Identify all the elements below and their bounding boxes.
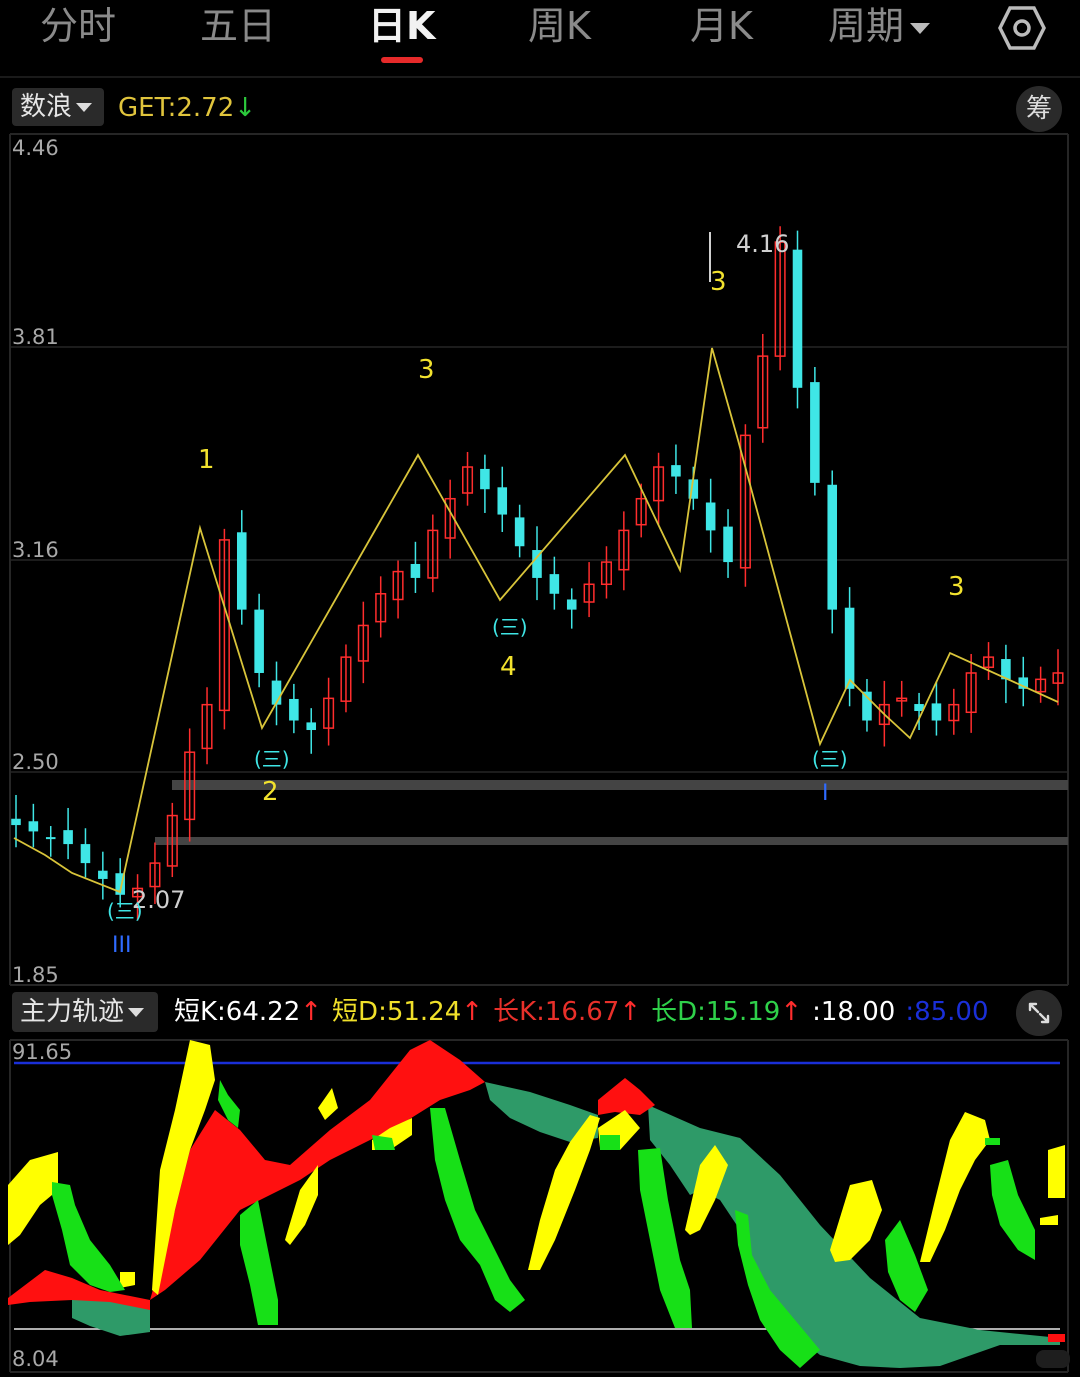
candle-body: [306, 722, 317, 731]
candle-body: [810, 382, 820, 483]
tab-daily-k[interactable]: 日K: [368, 4, 435, 48]
up-arrow-icon: ↑: [619, 997, 642, 1027]
wave-label: 3: [418, 355, 435, 385]
indicator-value: 短D:51.24↑: [332, 997, 484, 1027]
wave-label: 3: [710, 267, 727, 297]
sub-y-bottom-label: 8.04: [12, 1347, 59, 1371]
wave-line: [13, 347, 1059, 894]
indicator-value: :85.00: [905, 997, 989, 1027]
candle-body: [705, 502, 716, 531]
candle-body: [236, 532, 247, 610]
kline-chart[interactable]: 4.46 3.81 3.16 2.50 1.85 4.16 2.07 1 2 3…: [0, 78, 1080, 1377]
circle-label: (三): [254, 747, 290, 771]
gear-hexagon-icon[interactable]: [998, 4, 1046, 52]
watermark-badge: [1036, 1350, 1070, 1368]
candle-body: [289, 698, 299, 721]
y-tick-label: 1.85: [12, 963, 59, 987]
expand-arrows-icon[interactable]: [1016, 990, 1062, 1036]
circle-labels: (三) (三) (三) (三): [107, 615, 848, 923]
candle-body: [98, 870, 108, 879]
wave-label: 2: [262, 777, 279, 807]
high-price-label: 4.16: [736, 230, 789, 258]
tab-five-day[interactable]: 五日: [200, 4, 276, 48]
y-tick-label: 2.50: [12, 750, 59, 774]
tab-monthly-k[interactable]: 月K: [690, 4, 753, 48]
period-label: 周期: [828, 4, 905, 48]
indicator-value: 短K:64.22↑: [174, 997, 323, 1027]
y-tick-label: 4.46: [12, 136, 59, 160]
circle-label: (三): [107, 899, 143, 923]
candle-body: [80, 844, 91, 864]
sub-indicator-label: 主力轨迹: [20, 997, 125, 1027]
support-band-lower: [155, 837, 1068, 845]
circle-label: (三): [492, 615, 528, 639]
tab-period-dropdown[interactable]: 周期: [828, 4, 931, 48]
candle-body: [45, 837, 56, 840]
period-tab-bar: 分时 五日 日K 周K 月K 周期: [0, 0, 1080, 78]
sub-y-top-label: 91.65: [12, 1040, 72, 1064]
candle-body: [827, 484, 838, 610]
chevron-down-icon: [128, 1008, 145, 1017]
candle-body: [549, 574, 560, 594]
roman-label: I: [822, 781, 829, 806]
up-arrow-icon: ↑: [780, 997, 803, 1027]
main-force-track-areas: [8, 1040, 1065, 1368]
y-tick-label: 3.81: [12, 325, 59, 349]
indicator-value: 长K:16.67↑: [493, 997, 642, 1027]
up-arrow-icon: ↑: [461, 997, 484, 1027]
candle-body: [410, 563, 421, 578]
candle-body: [514, 517, 525, 547]
support-band-upper: [172, 780, 1068, 790]
tab-weekly-k[interactable]: 周K: [528, 4, 591, 48]
up-arrow-icon: ↑: [300, 997, 323, 1027]
wave-label: 1: [198, 445, 215, 475]
wave-label: 4: [500, 652, 517, 682]
candle-body: [931, 703, 942, 721]
candle-body: [480, 468, 490, 490]
active-tab-indicator: [381, 57, 423, 63]
candle-body: [671, 465, 681, 477]
candle-body: [844, 607, 855, 689]
chevron-down-icon: [910, 23, 931, 34]
candlesticks: [11, 226, 1064, 921]
candle-body: [254, 609, 264, 673]
y-tick-label: 3.16: [12, 538, 59, 562]
indicator-value: :18.00: [812, 997, 896, 1027]
candle-body: [11, 818, 21, 826]
tab-intraday[interactable]: 分时: [40, 4, 116, 48]
candle-body: [566, 599, 577, 610]
candle-body: [28, 821, 39, 832]
sub-indicator-selector[interactable]: 主力轨迹: [12, 992, 158, 1032]
candle-body: [63, 830, 73, 845]
candle-body: [792, 249, 803, 388]
indicator-value: 长D:15.19↑: [651, 997, 803, 1027]
sub-indicator-values: 短K:64.22↑ 短D:51.24↑ 长K:16.67↑ 长D:15.19↑ :18.…: [174, 994, 999, 1030]
roman-label: III: [112, 933, 131, 958]
candle-body: [723, 526, 733, 563]
candle-body: [497, 487, 508, 515]
circle-label: (三): [812, 747, 848, 771]
wave-label: 3: [948, 572, 965, 602]
